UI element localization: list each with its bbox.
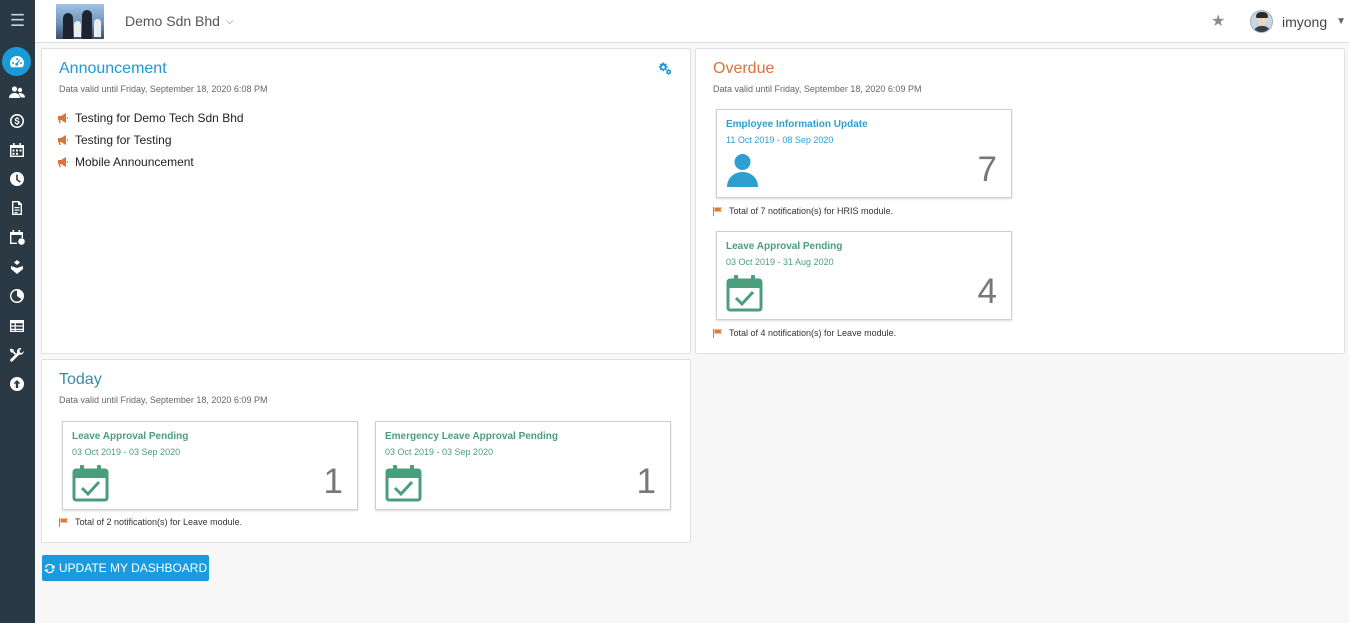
flag-icon (713, 328, 722, 338)
announcement-item[interactable]: Testing for Testing (57, 129, 244, 151)
card-title: Leave Approval Pending (72, 431, 189, 442)
upload-icon (10, 377, 24, 391)
card-dates: 03 Oct 2019 - 31 Aug 2020 (726, 257, 834, 267)
sidebar-item-tools[interactable] (6, 344, 28, 366)
megaphone-icon (58, 157, 68, 167)
settings-gears-icon[interactable] (656, 61, 672, 80)
card-count: 1 (323, 462, 343, 501)
sidebar-item-attendance[interactable] (6, 168, 28, 190)
card-title: Employee Information Update (726, 119, 868, 130)
overdue-valid-text: Data valid until Friday, September 18, 2… (713, 84, 922, 94)
company-selector[interactable]: Demo Sdn Bhd ⌵ (125, 13, 234, 29)
clock-icon (10, 172, 24, 186)
announcement-item[interactable]: Mobile Announcement (57, 151, 244, 173)
card-count: 1 (636, 462, 656, 501)
avatar (1250, 10, 1273, 33)
calendar-check-icon (726, 274, 763, 317)
caret-down-icon: ▼ (1336, 16, 1347, 27)
announcement-item-label: Testing for Testing (75, 133, 172, 147)
today-title: Today (59, 371, 102, 388)
sidebar-item-calendar[interactable] (6, 139, 28, 161)
sidebar-item-dashboard[interactable] (2, 47, 31, 76)
announcement-item-label: Mobile Announcement (75, 155, 194, 169)
announcement-item-label: Testing for Demo Tech Sdn Bhd (75, 111, 244, 125)
card-count: 7 (977, 150, 997, 189)
update-dashboard-label: UPDATE MY DASHBOARD (58, 561, 208, 575)
user-icon (726, 152, 759, 192)
refresh-icon (44, 563, 55, 573)
favorites-star-icon[interactable]: ★ (1211, 11, 1225, 31)
sidebar-item-payroll[interactable] (6, 110, 28, 132)
company-name: Demo Sdn Bhd (125, 13, 220, 29)
note-text: Total of 7 notification(s) for HRIS modu… (729, 206, 894, 216)
calendar-check-icon (385, 464, 422, 507)
sidebar-item-upload[interactable] (6, 373, 28, 395)
hris-notification-note: Total of 7 notification(s) for HRIS modu… (713, 206, 893, 216)
users-icon (9, 86, 25, 98)
company-logo[interactable] (56, 4, 104, 39)
overdue-title: Overdue (713, 60, 775, 77)
announcement-panel: Announcement Data valid until Friday, Se… (41, 48, 691, 354)
flag-icon (713, 206, 722, 216)
today-valid-text: Data valid until Friday, September 18, 2… (59, 395, 268, 405)
today-notification-note: Total of 2 notification(s) for Leave mod… (59, 517, 242, 527)
card-count: 4 (977, 272, 997, 311)
note-text: Total of 4 notification(s) for Leave mod… (729, 328, 897, 338)
calendar-grid-icon (10, 143, 24, 157)
announcement-list: Testing for Demo Tech Sdn Bhd Testing fo… (57, 107, 244, 173)
leave-approval-today-card[interactable]: Leave Approval Pending 03 Oct 2019 - 03 … (62, 421, 358, 510)
sidebar-item-reports[interactable] (6, 285, 28, 307)
sidebar-item-tables[interactable] (6, 315, 28, 337)
note-text: Total of 2 notification(s) for Leave mod… (75, 517, 243, 527)
reports-icon (10, 289, 24, 303)
menu-toggle-icon[interactable]: ☰ (0, 6, 35, 36)
announcement-valid-text: Data valid until Friday, September 18, 2… (59, 84, 268, 94)
leave-approval-overdue-card[interactable]: Leave Approval Pending 03 Oct 2019 - 31 … (716, 231, 1012, 320)
card-title: Leave Approval Pending (726, 241, 843, 252)
leave-notification-note: Total of 4 notification(s) for Leave mod… (713, 328, 896, 338)
chevron-down-icon: ⌵ (225, 15, 234, 27)
claims-icon (11, 260, 23, 274)
payroll-icon (10, 114, 24, 128)
table-icon (10, 320, 24, 332)
today-panel: Today Data valid until Friday, September… (41, 359, 691, 543)
card-title: Emergency Leave Approval Pending (385, 431, 559, 442)
document-icon (12, 201, 22, 215)
user-menu[interactable]: imyong ▼ (1250, 10, 1346, 33)
update-dashboard-button[interactable]: UPDATE MY DASHBOARD (42, 555, 209, 581)
sidebar-item-claims[interactable] (6, 256, 28, 278)
overdue-panel: Overdue Data valid until Friday, Septemb… (695, 48, 1345, 354)
announcement-item[interactable]: Testing for Demo Tech Sdn Bhd (57, 107, 244, 129)
card-dates: 03 Oct 2019 - 03 Sep 2020 (385, 447, 494, 457)
leave-calendar-icon (10, 230, 25, 245)
dashboard-icon (9, 55, 24, 67)
username: imyong (1282, 13, 1328, 30)
sidebar-item-employees[interactable] (6, 81, 28, 103)
sidebar-item-documents[interactable] (6, 197, 28, 219)
card-dates: 03 Oct 2019 - 03 Sep 2020 (72, 447, 181, 457)
megaphone-icon (58, 113, 68, 123)
flag-icon (59, 517, 68, 527)
employee-info-update-card[interactable]: Employee Information Update 11 Oct 2019 … (716, 109, 1012, 198)
emergency-leave-approval-card[interactable]: Emergency Leave Approval Pending 03 Oct … (375, 421, 671, 510)
card-dates: 11 Oct 2019 - 08 Sep 2020 (726, 135, 834, 145)
sidebar-item-leave[interactable] (6, 226, 28, 248)
calendar-check-icon (72, 464, 109, 507)
top-bar: Demo Sdn Bhd ⌵ ★ imyong ▼ (35, 0, 1349, 43)
megaphone-icon (58, 135, 68, 145)
sidebar: ☰ (0, 0, 35, 623)
announcement-title: Announcement (59, 60, 167, 77)
tools-icon (9, 348, 24, 362)
